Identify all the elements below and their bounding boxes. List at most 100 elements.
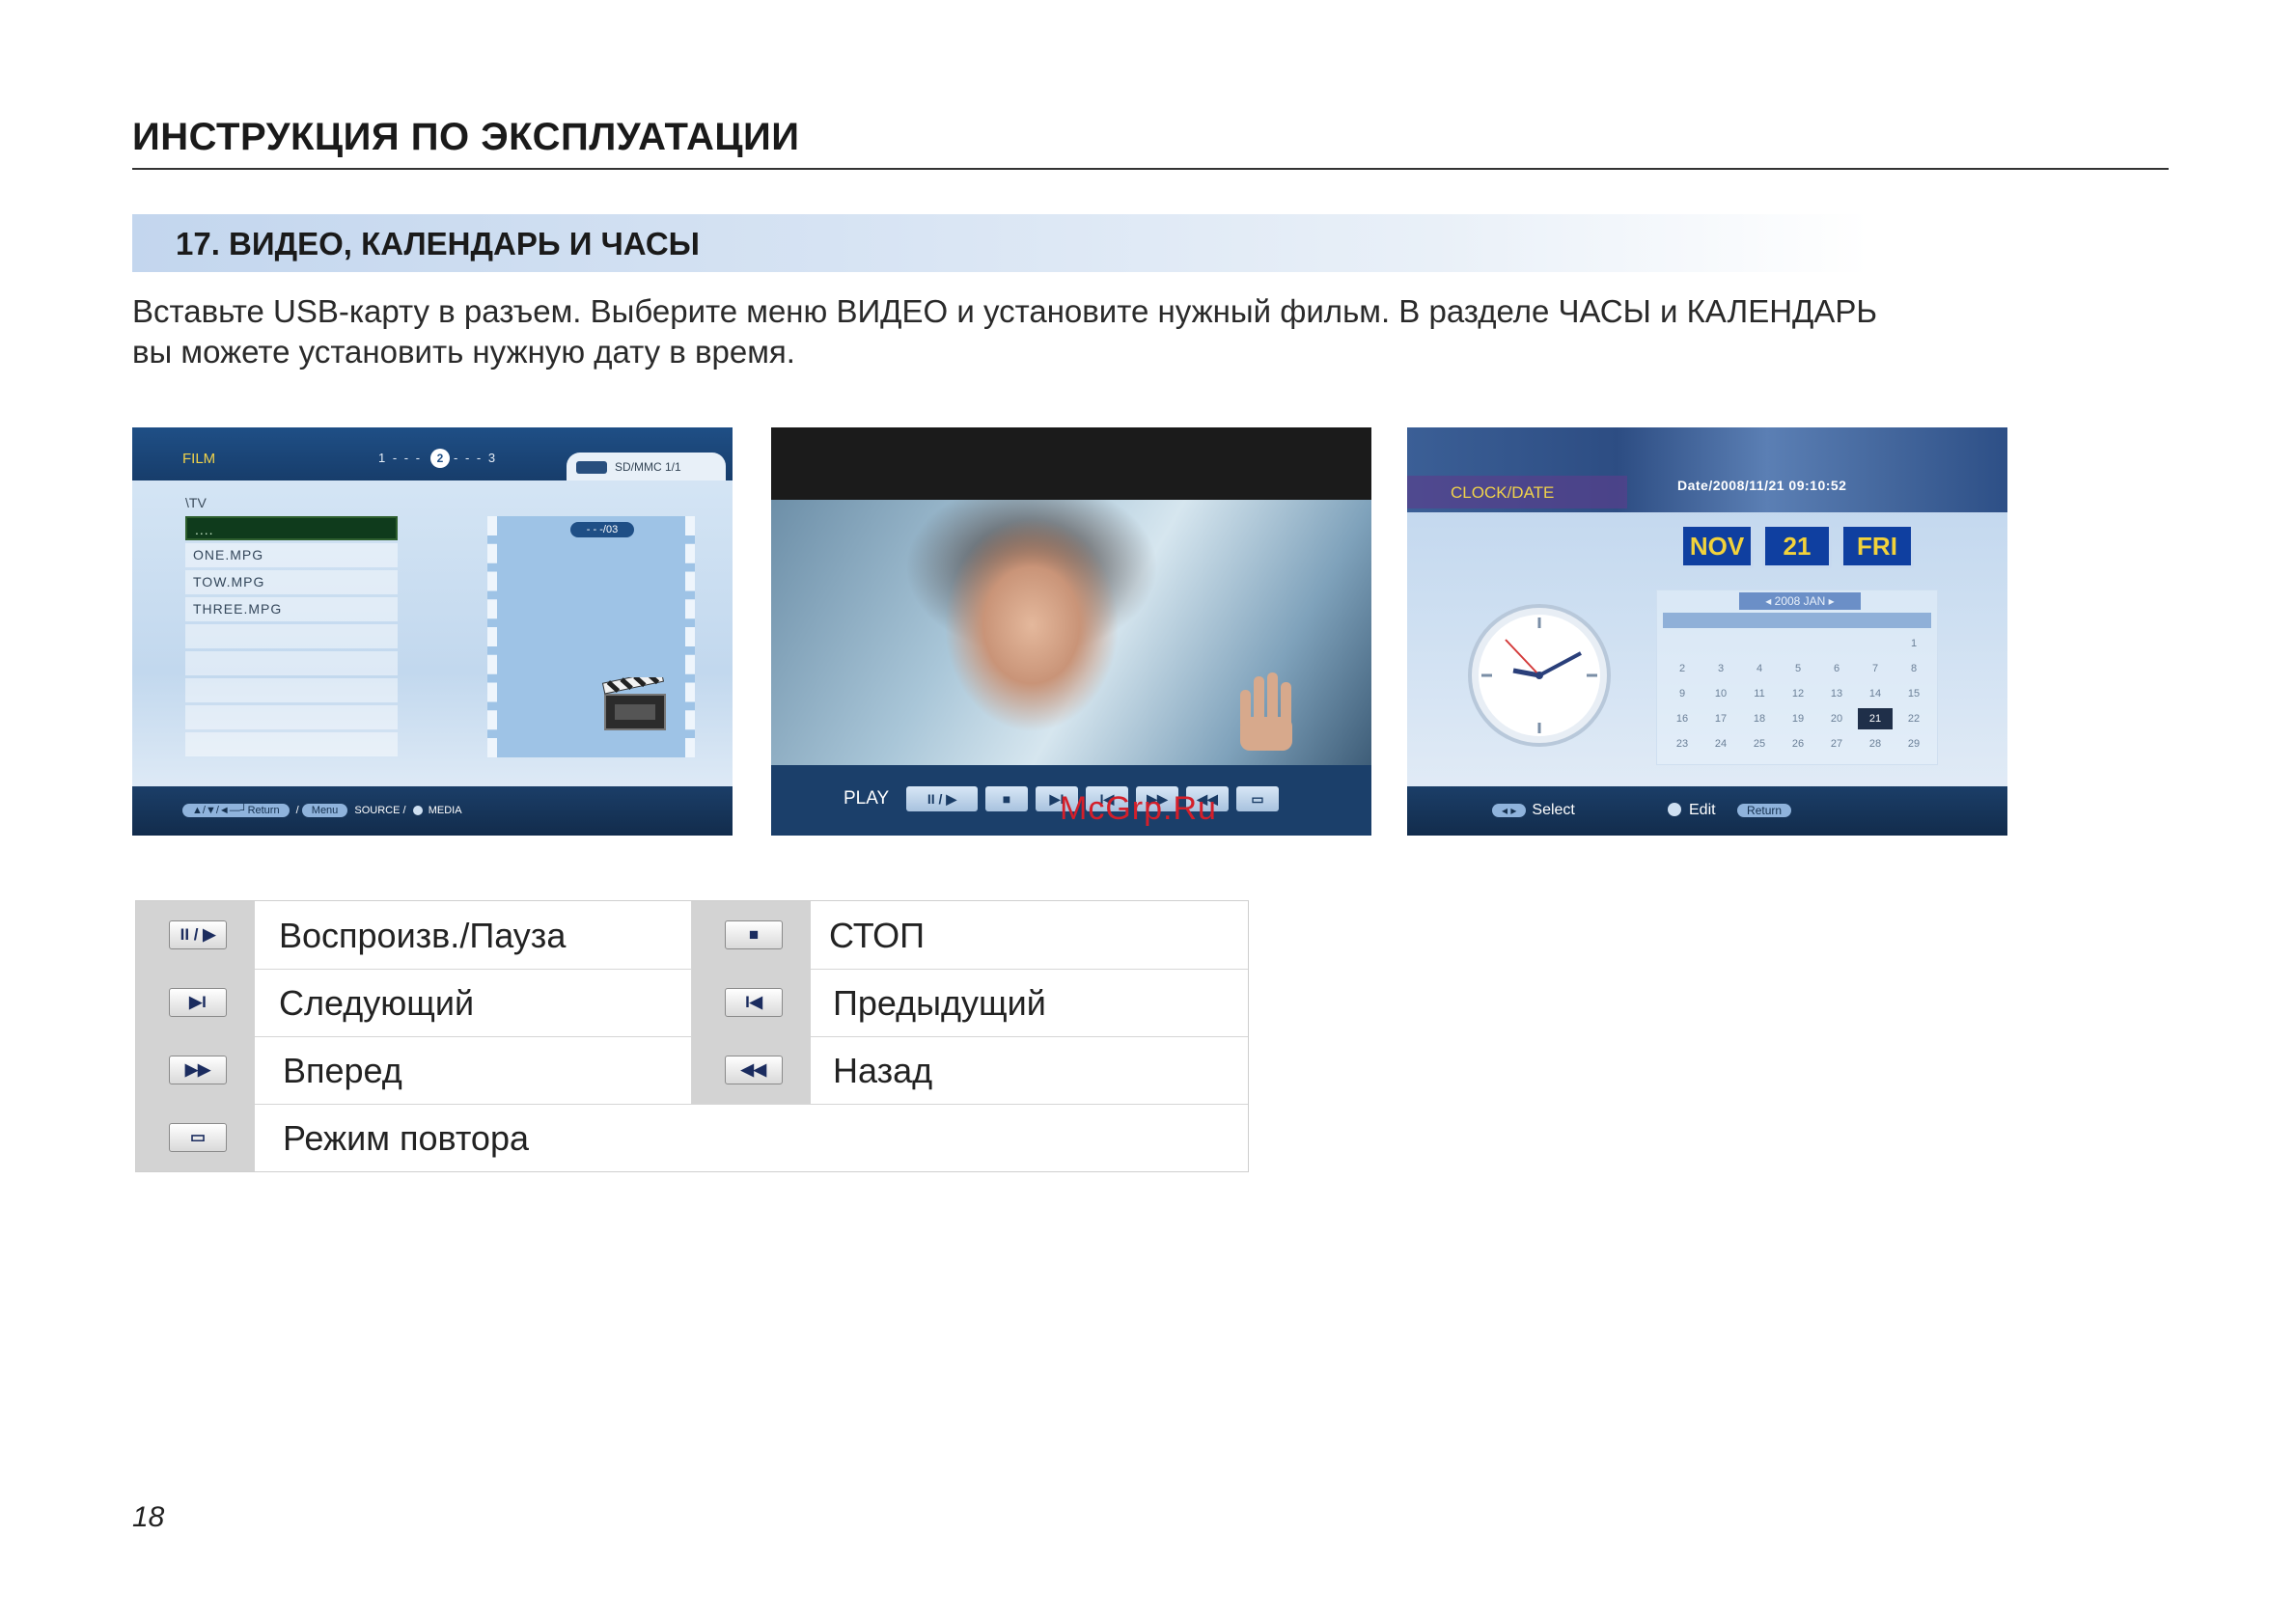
source-label: SOURCE /: [354, 805, 406, 816]
calendar-day[interactable]: [1858, 633, 1893, 654]
calendar-day[interactable]: 9: [1665, 683, 1700, 704]
file-row-selected: ....: [185, 516, 398, 540]
next-icon: ▶I: [169, 988, 227, 1017]
analog-clock-icon: [1468, 604, 1611, 747]
file-row: [185, 624, 398, 648]
calendar-day[interactable]: 17: [1703, 708, 1738, 729]
legend-label: Вперед: [283, 1051, 402, 1090]
calendar-day[interactable]: 10: [1703, 683, 1738, 704]
stop-icon: ■: [725, 920, 783, 949]
calendar-day[interactable]: 19: [1781, 708, 1815, 729]
film-browser-screenshot: FILM 1 - - - 2 - - - 3 SD/MMC 1/1 \TV ..…: [132, 427, 733, 836]
calendar-day[interactable]: 29: [1896, 733, 1931, 755]
calendar-day[interactable]: 7: [1858, 658, 1893, 679]
calendar-day[interactable]: 4: [1742, 658, 1777, 679]
select-hint: ◂ ▸ Select: [1492, 802, 1575, 819]
video-frame-image: [771, 500, 1371, 765]
film-label: FILM: [182, 451, 216, 467]
stop-button[interactable]: ■: [985, 786, 1028, 811]
calendar-weekday-row: [1663, 613, 1931, 628]
calendar-day[interactable]: 5: [1781, 658, 1815, 679]
media-label: MEDIA: [428, 805, 462, 816]
section-heading-bar: 17. ВИДЕО, КАЛЕНДАРЬ И ЧАСЫ: [132, 214, 1869, 272]
calendar-day[interactable]: 1: [1896, 633, 1931, 654]
calendar-day[interactable]: 15: [1896, 683, 1931, 704]
clock-bottom-bar: ◂ ▸ Select Edit Return: [1407, 786, 2007, 836]
edit-hint: Edit Return: [1668, 802, 1797, 819]
calendar-day[interactable]: 24: [1703, 733, 1738, 755]
ok-button-icon: [1668, 803, 1681, 816]
calendar-day[interactable]: 22: [1896, 708, 1931, 729]
current-date-time: Date/2008/11/21 09:10:52: [1677, 478, 1847, 493]
legend-label: Следующий: [279, 983, 475, 1023]
return-pill: Return: [1737, 804, 1792, 817]
video-playback-screenshot: PLAY II / ▶ ■ ▶I I◀ ▶▶ ◀◀ ▭ McGrp.Ru: [771, 427, 1371, 836]
calendar-day[interactable]: 20: [1819, 708, 1854, 729]
calendar-day[interactable]: 16: [1665, 708, 1700, 729]
folder-path: \TV: [185, 495, 207, 510]
film-preview-strip: - - -/03: [487, 516, 695, 757]
legend-label: Назад: [833, 1051, 933, 1090]
repeat-button[interactable]: ▭: [1236, 786, 1279, 811]
section-title: 17. ВИДЕО, КАЛЕНДАРЬ И ЧАСЫ: [176, 226, 700, 261]
calendar-day[interactable]: 18: [1742, 708, 1777, 729]
calendar-grid: ◂ 2008 JAN ▸ 1 2 3 4 5 6 7 8 9 10 11 12 13 14 15 16 17 18…: [1656, 590, 1938, 765]
calendar-day[interactable]: [1703, 633, 1738, 654]
file-row: [185, 705, 398, 729]
play-status-label: PLAY: [844, 788, 890, 809]
film-bottom-bar: ▲/▼/◄—┘Return / Menu SOURCE / MEDIA: [132, 786, 733, 836]
intro-paragraph: Вставьте USB-карту в разъем. Выберите ме…: [132, 291, 2159, 372]
calendar-day[interactable]: 12: [1781, 683, 1815, 704]
calendar-day[interactable]: 28: [1858, 733, 1893, 755]
clock-date-label: CLOCK/DATE: [1451, 483, 1555, 502]
month-field[interactable]: NOV: [1680, 524, 1754, 568]
calendar-day[interactable]: 23: [1665, 733, 1700, 755]
file-row: [185, 732, 398, 756]
calendar-day[interactable]: 26: [1781, 733, 1815, 755]
calendar-day[interactable]: 14: [1858, 683, 1893, 704]
fast-forward-icon: ▶▶: [169, 1056, 227, 1084]
calendar-day[interactable]: 6: [1819, 658, 1854, 679]
calendar-day[interactable]: [1665, 633, 1700, 654]
calendar-day[interactable]: 13: [1819, 683, 1854, 704]
calendar-day[interactable]: [1781, 633, 1815, 654]
play-pause-button[interactable]: II / ▶: [906, 786, 978, 811]
select-label: Select: [1532, 802, 1575, 818]
legend-column-divider: [691, 901, 692, 1104]
legend-row: ▭ Режим повтора: [136, 1104, 1248, 1171]
calendar-month-header[interactable]: ◂ 2008 JAN ▸: [1739, 592, 1861, 610]
file-row: ONE.MPG: [185, 543, 398, 567]
legend-label: Режим повтора: [283, 1118, 529, 1158]
calendar-day[interactable]: [1819, 633, 1854, 654]
page-number: 18: [132, 1501, 165, 1533]
play-pause-icon: II / ▶: [169, 920, 227, 949]
legend-label: СТОП: [829, 916, 926, 955]
intro-line-1: Вставьте USB-карту в разъем. Выберите ме…: [132, 293, 1878, 329]
nav-keys-pill: ▲/▼/◄—┘Return: [182, 804, 290, 817]
calendar-day[interactable]: 25: [1742, 733, 1777, 755]
calendar-day[interactable]: 8: [1896, 658, 1931, 679]
repeat-icon: ▭: [169, 1123, 227, 1152]
day-field[interactable]: 21: [1762, 524, 1832, 568]
hand-shape: [1240, 672, 1292, 751]
calendar-day[interactable]: 2: [1665, 658, 1700, 679]
pager-current-page: 2: [430, 449, 450, 468]
calendar-day[interactable]: 3: [1703, 658, 1738, 679]
calendar-day[interactable]: 27: [1819, 733, 1854, 755]
film-file-list: .... ONE.MPG TOW.MPG THREE.MPG: [185, 516, 398, 759]
weekday-field[interactable]: FRI: [1840, 524, 1914, 568]
file-count: - - -/03: [570, 522, 634, 537]
file-row: TOW.MPG: [185, 570, 398, 594]
calendar-day[interactable]: 11: [1742, 683, 1777, 704]
file-row: [185, 678, 398, 702]
calendar-day[interactable]: 21: [1858, 708, 1893, 729]
edit-label: Edit: [1689, 802, 1716, 818]
header-divider: [132, 168, 2169, 170]
rewind-icon: ◀◀: [725, 1056, 783, 1084]
media-button-icon: [412, 806, 423, 815]
source-label: SD/MMC 1/1: [615, 460, 681, 474]
legend-label: Предыдущий: [833, 983, 1046, 1023]
calendar-day[interactable]: [1742, 633, 1777, 654]
button-legend-table: II / ▶ Воспроизв./Пауза ■ СТОП ▶I Следую…: [135, 900, 1249, 1172]
film-pager: 1 - - -: [378, 451, 422, 465]
